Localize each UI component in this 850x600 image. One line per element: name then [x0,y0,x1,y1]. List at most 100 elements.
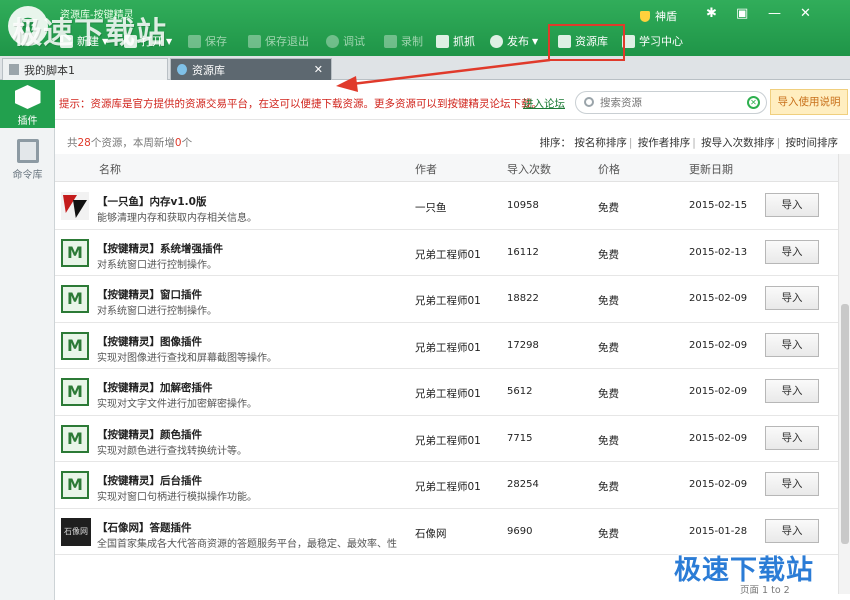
sort-label: 排序： [539,137,571,149]
tab-label: 资源库 [192,63,225,77]
resource-list: 【一只鱼】内存v1.0版 能够清理内存和获取内存相关信息。 一只鱼 10958 … [55,183,838,555]
script-icon [9,64,19,75]
resource-date: 2015-01-28 [689,525,748,537]
resource-imports: 10958 [507,200,539,211]
vertical-scrollbar[interactable] [838,154,850,594]
search-icon [584,97,594,107]
learning-center-button[interactable]: 学习中心 [622,32,683,50]
open-button[interactable]: 打开 ▼ [124,32,172,50]
import-button[interactable]: 导入 [765,286,819,310]
import-button[interactable]: 导入 [765,518,819,543]
resource-imports: 5612 [507,386,533,397]
resource-price: 免费 [598,388,619,400]
resource-imports: 18822 [507,293,539,304]
resource-author: 石像网 [415,527,447,540]
close-tab-icon[interactable]: ✕ [314,63,323,76]
tab-resource-library[interactable]: 资源库 ✕ [170,58,332,80]
table-row: 【一只鱼】内存v1.0版 能够清理内存和获取内存相关信息。 一只鱼 10958 … [55,183,838,230]
resource-price: 免费 [598,202,619,214]
table-row: 【按键精灵】系统增强插件 对系统窗口进行控制操作。 兄弟工程师01 16112 … [55,229,838,276]
table-row: 【按键精灵】加解密插件 实现对文字文件进行加密解密操作。 兄弟工程师01 561… [55,369,838,416]
resource-author: 兄弟工程师01 [415,341,481,354]
notice-text: 提示：资源库是官方提供的资源交易平台，在这可以便捷下载资源。更多资源可以到按键精… [59,98,542,110]
column-imports[interactable]: 导入次数 [507,161,551,177]
plugin-m-icon [61,285,89,313]
sidebar-item-label: 命令库 [12,170,43,181]
column-price[interactable]: 价格 [598,161,620,177]
shield-icon [640,10,650,22]
globe-icon [177,64,187,75]
resource-date: 2015-02-15 [689,200,748,211]
settings-icon[interactable]: ✱ [706,6,717,21]
resource-name: 【按键精灵】后台插件 [97,475,202,487]
search-input[interactable] [600,95,740,111]
import-button[interactable]: 导入 [765,472,819,496]
resource-name: 【按键精灵】系统增强插件 [97,242,223,255]
stone-icon: 石像网 [61,517,91,546]
new-file-icon [60,34,73,48]
sidebar-item-plugins[interactable]: 插件 [0,80,55,128]
chevron-down-icon: ▼ [166,36,173,46]
resource-name: 【按键精灵】加解密插件 [97,382,213,394]
import-button[interactable]: 导入 [765,239,819,264]
column-name[interactable]: 名称 [99,161,121,177]
resource-date: 2015-02-09 [689,386,748,397]
save-exit-button[interactable]: 保存退出 [248,32,309,50]
book-icon [16,139,39,163]
resource-date: 2015-02-09 [689,479,748,490]
resource-name: 【按键精灵】颜色插件 [97,428,202,441]
resource-date: 2015-02-09 [689,293,748,304]
search-box: ✕ [575,91,767,114]
resource-desc: 实现对文字文件进行加密解密操作。 [97,399,257,410]
sort-by-name[interactable]: 按名称排序 [574,137,627,149]
plugin-m-icon [61,378,89,406]
resource-price: 免费 [598,527,619,540]
table-row: 【按键精灵】后台插件 实现对窗口句柄进行模拟操作功能。 兄弟工程师01 2825… [55,462,838,509]
resource-desc: 能够清理内存和获取内存相关信息。 [97,213,257,224]
sidebar-item-label: 插件 [17,116,38,127]
sort-by-imports[interactable]: 按导入次数排序 [701,137,775,149]
chevron-down-icon: ▼ [102,36,109,46]
import-button[interactable]: 导入 [765,332,819,357]
summary-row: 共28个资源，本周新增0个 排序： 按名称排序 | 按作者排序 | 按导入次数排序 |… [55,128,850,154]
column-author[interactable]: 作者 [415,161,437,177]
save-icon [188,34,201,48]
resource-desc: 全国首家集成各大代答商资源的答题服务平台，最稳定、最效率、性 [97,538,397,550]
resource-count: 28 [77,137,91,149]
resource-price: 免费 [598,481,619,493]
clear-search-icon[interactable]: ✕ [747,96,760,109]
skin-icon[interactable]: ▣ [736,6,748,21]
new-button[interactable]: 新建 ▼ [60,32,108,50]
fish-icon [61,192,89,220]
resource-name: 【按键精灵】图像插件 [97,335,202,348]
import-button[interactable]: 导入 [765,193,819,217]
tab-my-script[interactable]: 我的脚本1 [2,58,168,80]
resource-imports: 7715 [507,432,533,444]
resource-date: 2015-02-09 [689,339,748,351]
plugin-m-icon [61,331,89,360]
save-button[interactable]: 保存 [188,32,227,50]
minimize-button[interactable]: — [768,6,781,21]
forum-link[interactable]: 进入论坛 [523,96,565,111]
resource-author: 兄弟工程师01 [415,388,481,400]
annotation-arrow [336,58,551,92]
plugin-m-icon [61,238,89,267]
new-count: 0 [174,137,182,149]
scrollbar-thumb[interactable] [841,304,849,544]
save-exit-label: 保存退出 [265,35,309,48]
tab-label: 我的脚本1 [24,63,75,77]
import-button[interactable]: 导入 [765,379,819,403]
learn-label: 学习中心 [639,35,683,48]
column-date[interactable]: 更新日期 [689,161,733,177]
save-exit-icon [248,34,261,48]
close-window-button[interactable]: ✕ [800,6,811,21]
sidebar: 插件 命令库 [0,80,55,600]
sidebar-item-command-library[interactable]: 命令库 [0,134,55,182]
import-button[interactable]: 导入 [765,425,819,450]
import-guide-button[interactable]: 导入使用说明 [770,89,848,115]
sort-by-author[interactable]: 按作者排序 [638,137,691,149]
sort-by-time[interactable]: 按时间排序 [786,137,839,149]
cube-icon [14,85,41,109]
resource-imports: 17298 [507,339,539,351]
god-shield-button[interactable]: 神盾 [640,8,677,24]
